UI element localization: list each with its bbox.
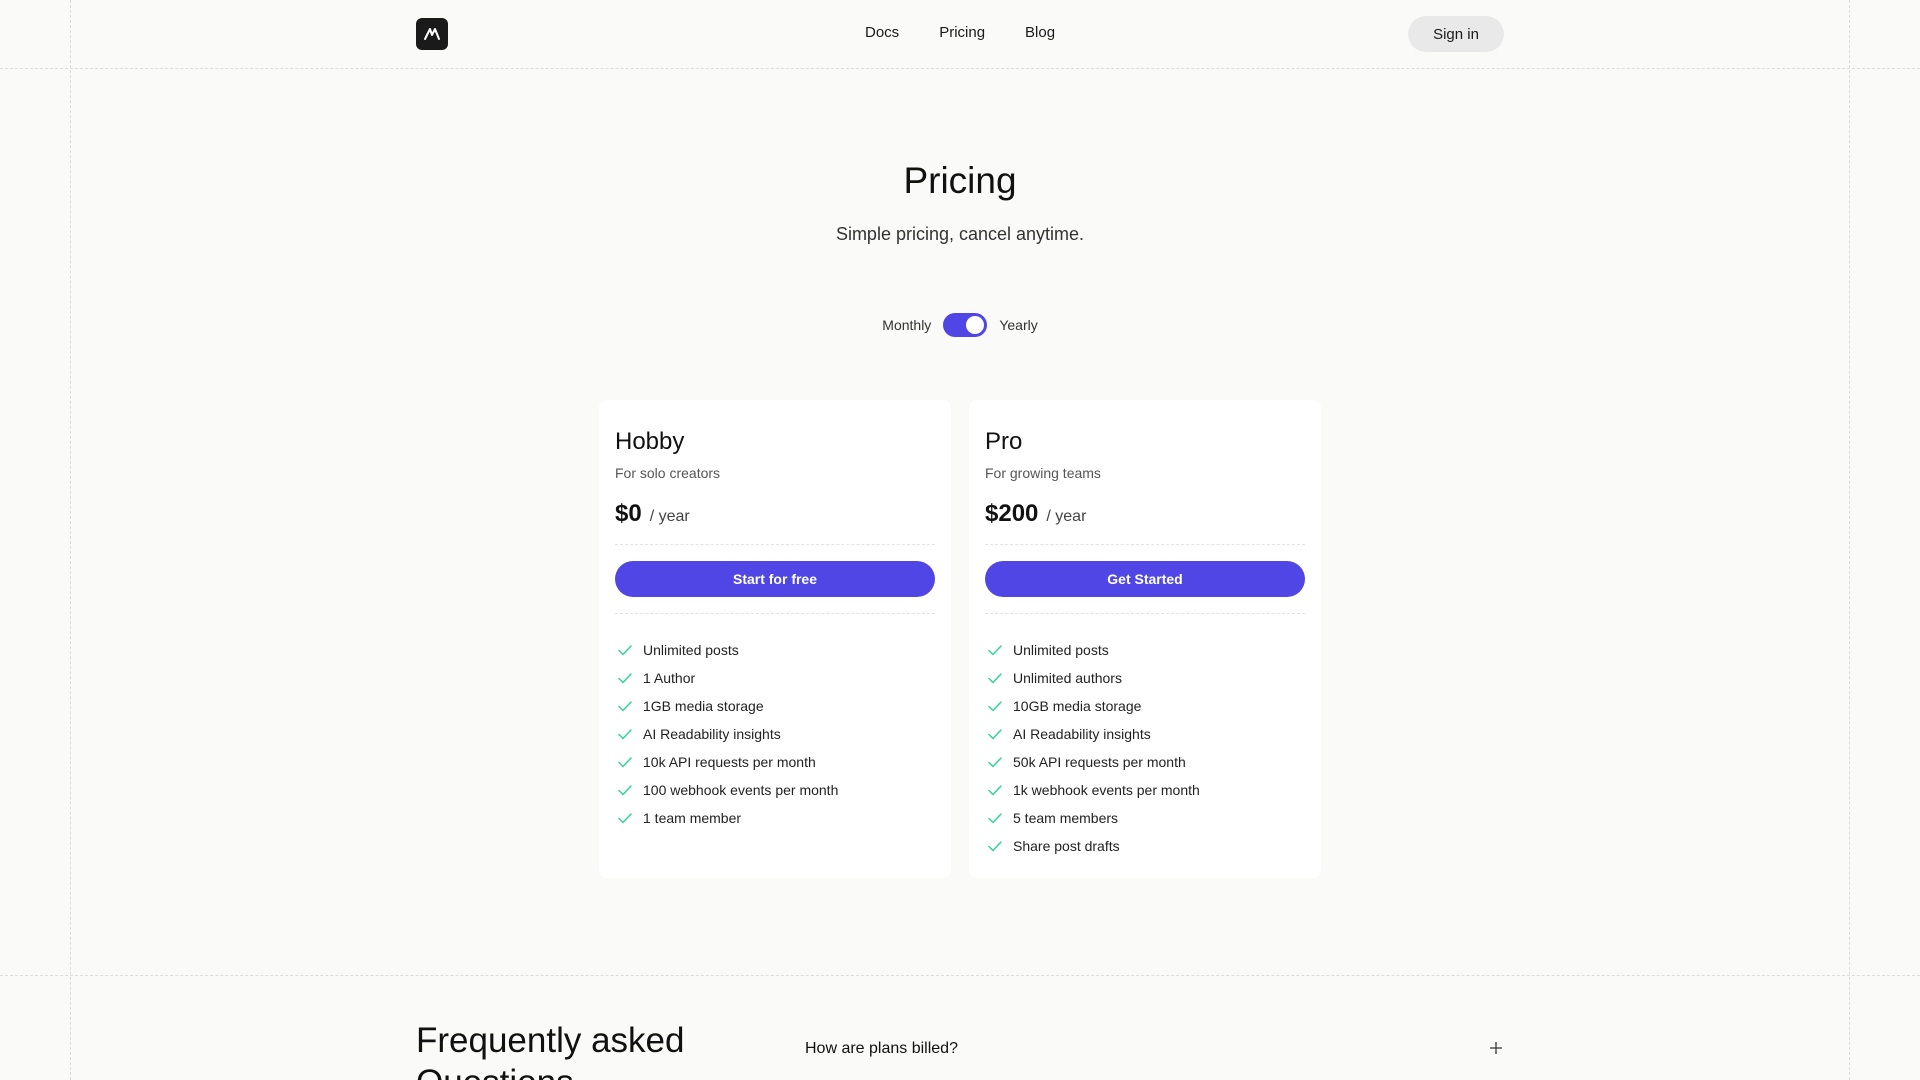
plan-card-pro: Pro For growing teams $200 / year Get St…: [969, 400, 1321, 878]
faq-title: Frequently asked Questions: [416, 1021, 685, 1080]
feature-text: 10GB media storage: [1013, 698, 1142, 714]
feature-list: Unlimited posts 1 Author 1GB media stora…: [615, 636, 935, 832]
yearly-label[interactable]: Yearly: [999, 317, 1037, 333]
feature-item: 50k API requests per month: [985, 748, 1305, 776]
plan-card-hobby: Hobby For solo creators $0 / year Start …: [599, 400, 951, 878]
page-subtitle: Simple pricing, cancel anytime.: [835, 224, 1085, 244]
check-icon: [988, 701, 1002, 712]
plan-period: / year: [649, 508, 690, 525]
check-icon: [988, 673, 1002, 684]
feature-text: 50k API requests per month: [1013, 754, 1186, 770]
feature-item: Share post drafts: [985, 832, 1305, 860]
card-divider: [615, 544, 935, 545]
feature-text: Unlimited authors: [1013, 670, 1122, 686]
feature-item: 10GB media storage: [985, 692, 1305, 720]
feature-item: 100 webhook events per month: [615, 776, 935, 804]
logo-icon[interactable]: [416, 18, 448, 50]
feature-text: 1k webhook events per month: [1013, 782, 1200, 798]
feature-text: Unlimited posts: [1013, 642, 1109, 658]
check-icon: [988, 729, 1002, 740]
feature-text: 1 Author: [643, 670, 696, 686]
feature-text: 1GB media storage: [643, 698, 764, 714]
feature-item: Unlimited posts: [615, 636, 935, 664]
feature-item: AI Readability insights: [615, 720, 935, 748]
feature-text: Share post drafts: [1013, 838, 1120, 854]
feature-item: 10k API requests per month: [615, 748, 935, 776]
plan-period: / year: [1046, 508, 1087, 525]
feature-item: Unlimited posts: [985, 636, 1305, 664]
feature-item: 1GB media storage: [615, 692, 935, 720]
check-icon: [988, 757, 1002, 768]
check-icon: [988, 645, 1002, 656]
plan-price: $0: [615, 500, 642, 527]
check-icon: [618, 645, 632, 656]
feature-text: Unlimited posts: [643, 642, 739, 658]
feature-item: 1 Author: [615, 664, 935, 692]
get-started-button[interactable]: Get Started: [985, 561, 1305, 597]
check-icon: [618, 757, 632, 768]
check-icon: [618, 813, 632, 824]
check-icon: [988, 785, 1002, 796]
plan-description: For solo creators: [615, 465, 721, 481]
feature-list: Unlimited posts Unlimited authors 10GB m…: [985, 636, 1305, 860]
feature-text: 10k API requests per month: [643, 754, 816, 770]
check-icon: [618, 785, 632, 796]
plan-name: Pro: [985, 428, 1023, 455]
feature-item: AI Readability insights: [985, 720, 1305, 748]
feature-item: 1k webhook events per month: [985, 776, 1305, 804]
nav-pricing-link[interactable]: Pricing: [939, 24, 985, 41]
card-divider: [985, 613, 1305, 614]
header-divider: [0, 68, 1920, 69]
plan-price: $200: [985, 500, 1039, 527]
card-divider: [615, 613, 935, 614]
nav-blog-link[interactable]: Blog: [1025, 24, 1055, 41]
feature-item: Unlimited authors: [985, 664, 1305, 692]
feature-text: 1 team member: [643, 810, 742, 826]
plus-icon[interactable]: [1488, 1040, 1504, 1056]
page-title: Pricing: [903, 160, 1017, 201]
feature-item: 5 team members: [985, 804, 1305, 832]
plan-description: For growing teams: [985, 465, 1101, 481]
feature-text: 5 team members: [1013, 810, 1119, 826]
card-divider: [985, 544, 1305, 545]
feature-text: 100 webhook events per month: [643, 782, 839, 798]
feature-item: 1 team member: [615, 804, 935, 832]
monthly-label[interactable]: Monthly: [882, 317, 931, 333]
sign-in-button[interactable]: Sign in: [1408, 16, 1504, 52]
price-row: $0 / year: [615, 500, 935, 528]
toggle-knob: [966, 316, 985, 334]
check-icon: [618, 729, 632, 740]
main-nav: Docs Pricing Blog: [865, 24, 1055, 41]
check-icon: [618, 673, 632, 684]
billing-toggle-row: Monthly Yearly: [0, 313, 1920, 337]
check-icon: [988, 813, 1002, 824]
nav-docs-link[interactable]: Docs: [865, 24, 899, 41]
check-icon: [988, 841, 1002, 852]
start-for-free-button[interactable]: Start for free: [615, 561, 935, 597]
feature-text: AI Readability insights: [643, 726, 781, 742]
faq-divider: [0, 975, 1920, 976]
check-icon: [618, 701, 632, 712]
feature-text: AI Readability insights: [1013, 726, 1151, 742]
plan-name: Hobby: [615, 428, 685, 455]
site-header: Docs Pricing Blog Sign in: [0, 0, 1920, 68]
billing-toggle[interactable]: [943, 313, 988, 337]
price-row: $200 / year: [985, 500, 1305, 528]
faq-question[interactable]: How are plans billed?: [805, 1040, 958, 1058]
